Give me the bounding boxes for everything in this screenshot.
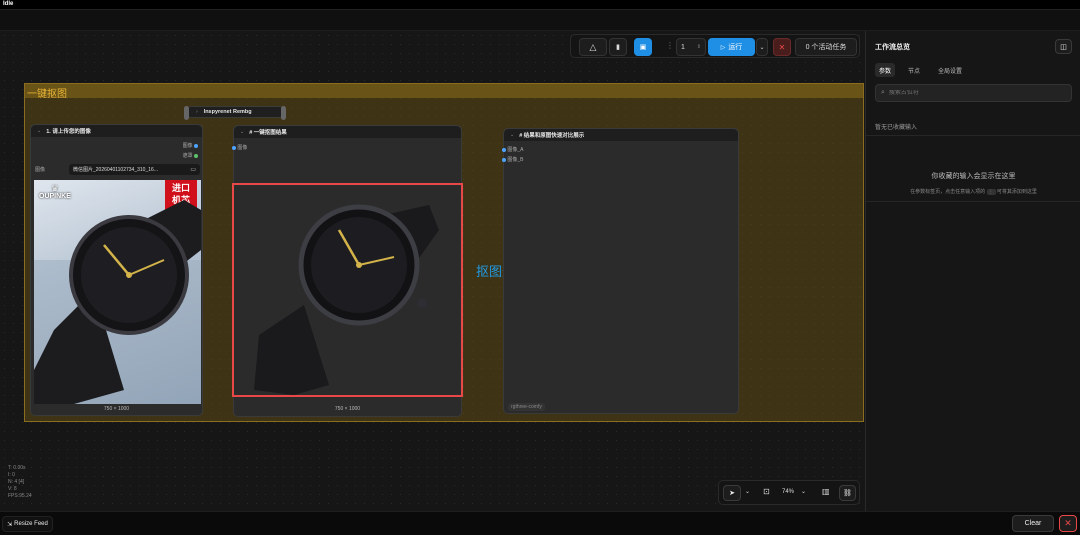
favorites-section-title: 暂无已收藏输入 <box>875 125 918 131</box>
input-image-b-port[interactable]: 图像_B <box>502 156 524 163</box>
output-mask-port[interactable]: 遮罩 <box>183 152 198 159</box>
lock-button[interactable]: ▣ <box>634 38 652 56</box>
workflow-overview-panel: 工作流总览 ◫ 参数 节点 全局设置 ⌕ 暂无已收藏输入 你收藏的输入会显示在这… <box>865 31 1080 511</box>
fit-view-icon[interactable]: ⊡ <box>763 487 770 496</box>
chevron-down-icon: ⌄ <box>759 44 765 51</box>
title-bar: Idle <box>0 0 1080 10</box>
chevron-down-icon[interactable]: ⌄ <box>745 488 750 495</box>
folder-icon[interactable]: ▭ <box>190 166 196 173</box>
rembg-input-port[interactable] <box>184 106 189 120</box>
result-node-header[interactable]: ⌄ # 一键抠图结果 <box>234 126 461 138</box>
empty-state-hint: 在参数标签页，点击任意输入项的 ⋮ 可将其添加到这里 <box>910 189 1037 195</box>
rembg-output-port[interactable] <box>281 106 286 120</box>
load-image-node[interactable]: ⌄ 1. 请上传您的图像 图像 遮罩 图像 微信图片_2026040110273… <box>30 124 203 416</box>
panel-title: 工作流总览 <box>875 44 910 51</box>
stats-overlay: T: 0.00s I: 0 N: 4 [4] V: 8 FPS:95.24 <box>8 465 32 499</box>
input-image-a-port[interactable]: 图像_A <box>502 146 524 153</box>
image-field-row[interactable]: 图像 微信图片_20260401102734_310_16... ▭ <box>35 164 200 175</box>
group-title: 一键抠图 <box>27 89 67 100</box>
load-node-title: 1. 请上传您的图像 <box>46 129 91 135</box>
compare-node-title: # 结果和原图快速对比展示 <box>519 133 585 139</box>
panel-search-box[interactable]: ⌕ <box>875 84 1072 102</box>
image-file-select[interactable]: 微信图片_20260401102734_310_16... ▭ <box>69 164 200 175</box>
panel-search-input[interactable] <box>888 90 1059 96</box>
port-dot-icon <box>502 147 506 152</box>
link-off-icon: ⛓ <box>843 490 852 497</box>
port-dot-icon <box>194 153 198 158</box>
window-title: Idle <box>3 1 14 7</box>
result-node-title: # 一键抠图结果 <box>249 130 287 136</box>
stepper-arrows-icon: ⇕ <box>696 44 701 50</box>
bookmark-icon: ▮ <box>616 44 620 51</box>
result-image-preview <box>232 183 463 397</box>
input-image-port[interactable]: 图像 <box>232 144 247 151</box>
compare-node[interactable]: ⌄ # 结果和原图快速对比展示 图像_A 图像_B rgthree-comfy <box>502 128 739 414</box>
cursor-icon: ➤ <box>729 490 735 497</box>
divider <box>866 201 1080 202</box>
cutout-watch <box>254 204 439 395</box>
divider <box>866 135 1080 136</box>
close-icon: ✕ <box>778 42 786 52</box>
resize-icon: ⇲ <box>7 521 13 528</box>
chevron-down-icon[interactable]: ⌄ <box>37 128 41 134</box>
group-header[interactable]: 一键抠图 <box>25 84 863 100</box>
rembg-node[interactable]: › Inspyrenet Rembg <box>184 106 286 120</box>
toggle-links-button[interactable]: ⛓ <box>839 485 856 501</box>
watch-photo <box>34 200 201 404</box>
active-tasks-button[interactable]: 0 个活动任务 <box>795 38 857 56</box>
chevron-down-icon[interactable]: ⌄ <box>801 488 806 495</box>
cancel-run-button[interactable]: ✕ <box>773 38 791 56</box>
play-icon: ▷ <box>720 44 726 51</box>
result-image-size: 750 × 1000 <box>334 406 361 412</box>
triangle-logo-icon: △ <box>589 41 597 52</box>
load-node-header[interactable]: ⌄ 1. 请上传您的图像 <box>31 125 202 137</box>
more-vertical-icon: ⋮ <box>986 189 996 195</box>
output-image-port[interactable]: 图像 <box>183 142 198 149</box>
chevron-down-icon[interactable]: ⌄ <box>240 129 244 135</box>
close-feed-button[interactable]: ✕ <box>1059 515 1077 532</box>
sidebar-icon: ◫ <box>1060 43 1067 51</box>
port-dot-icon <box>232 145 236 150</box>
zoom-level[interactable]: 74% <box>782 489 794 495</box>
toggle-panel-button[interactable]: ◫ <box>1055 39 1072 54</box>
clear-button[interactable]: Clear <box>1012 515 1054 532</box>
resize-feed-button[interactable]: ⇲ Resize Feed <box>2 516 53 532</box>
image-field-label: 图像 <box>35 167 46 173</box>
compare-node-header[interactable]: ⌄ # 结果和原图快速对比展示 <box>504 129 738 141</box>
search-icon: ⌕ <box>881 89 885 96</box>
rembg-node-title: Inspyrenet Rembg <box>203 109 252 115</box>
port-dot-icon <box>502 157 506 162</box>
rgthree-tag: rgthree-comfy <box>508 403 545 411</box>
run-button[interactable]: ▷ 运行 <box>708 38 755 56</box>
lock-icon: ▣ <box>639 44 647 51</box>
menu-bar <box>0 10 1080 31</box>
queue-count-stepper[interactable]: 1 ⇕ <box>676 38 706 56</box>
bottom-bar: ⇲ Resize Feed Clear ✕ <box>0 511 1080 535</box>
tab-params[interactable]: 参数 <box>875 63 896 77</box>
logo-button[interactable]: △ <box>579 38 607 56</box>
tab-nodes[interactable]: 节点 <box>908 63 920 77</box>
load-image-size: 750 × 1000 <box>103 406 130 412</box>
chevron-down-icon[interactable]: ⌄ <box>510 132 514 138</box>
run-options-dropdown[interactable]: ⌄ <box>756 38 768 56</box>
uploaded-image-preview: ♛ OUPINKE 进口 机芯 <box>34 180 201 404</box>
close-icon: ✕ <box>1064 518 1072 528</box>
tab-global-settings[interactable]: 全局设置 <box>938 63 962 77</box>
minimap-icon[interactable]: ▥ <box>822 487 830 496</box>
empty-state-title: 你收藏的输入会显示在这里 <box>931 173 1016 180</box>
bookmark-button[interactable]: ▮ <box>609 38 627 56</box>
chevron-right-icon[interactable]: › <box>196 109 198 115</box>
result-node[interactable]: ⌄ # 一键抠图结果 图像 750 × 1000 <box>232 125 463 417</box>
top-toolbar: △ ▮ ▣ ⋮⋮ 1 ⇕ ▷ 运行 ⌄ ✕ 0 个活动任务 <box>570 34 860 58</box>
port-dot-icon <box>194 143 198 148</box>
select-tool-button[interactable]: ➤ <box>723 485 741 501</box>
canvas-controls: ➤ ⌄ ⊡ 74% ⌄ ▥ ⛓ <box>718 480 860 505</box>
